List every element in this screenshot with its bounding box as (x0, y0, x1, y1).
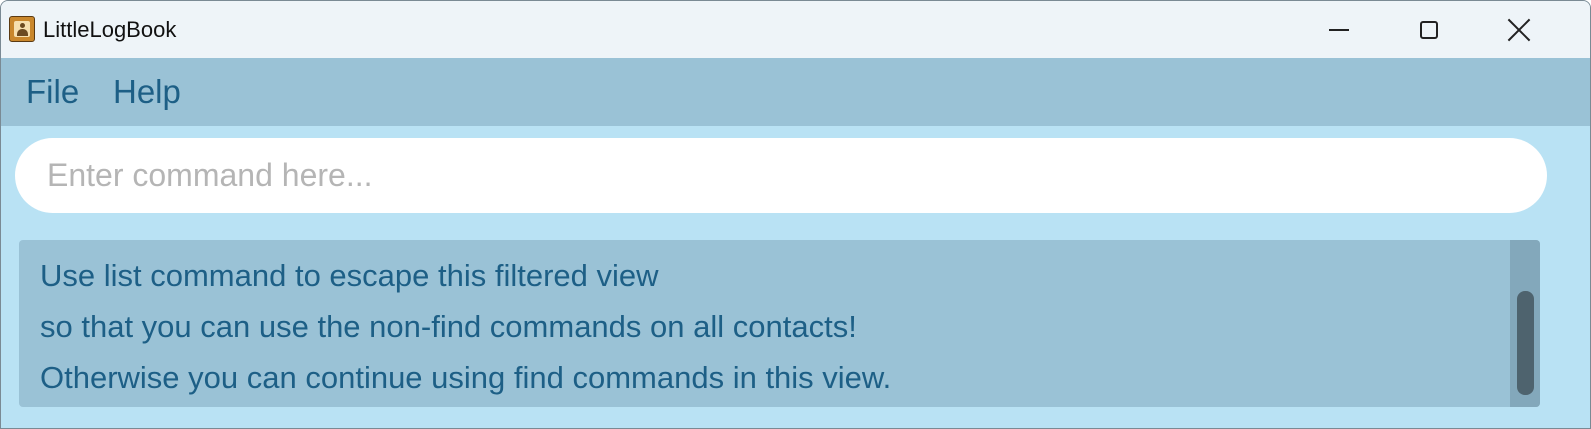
result-text: Use list command to escape this filtered… (40, 250, 1500, 403)
window-title: LittleLogBook (43, 17, 177, 42)
address-book-icon (9, 16, 35, 42)
result-line: so that you can use the non-find command… (40, 309, 857, 344)
maximize-icon (1420, 20, 1438, 39)
result-line: Use list command to escape this filtered… (40, 258, 659, 293)
close-icon (1507, 18, 1531, 42)
command-input[interactable] (47, 138, 1527, 213)
minimize-icon (1329, 28, 1349, 31)
scrollbar-thumb[interactable] (1517, 291, 1534, 395)
menu-help[interactable]: Help (113, 74, 181, 110)
app-window: LittleLogBook File Help Use list command… (0, 0, 1591, 429)
result-line: Otherwise you can continue using find co… (40, 360, 892, 395)
menu-bar: File Help (1, 58, 1590, 126)
close-button[interactable] (1474, 1, 1564, 58)
minimize-button[interactable] (1294, 1, 1384, 58)
result-display: Use list command to escape this filtered… (19, 240, 1540, 407)
vertical-scrollbar[interactable] (1510, 240, 1540, 407)
command-box[interactable] (15, 138, 1547, 213)
menu-file[interactable]: File (26, 74, 79, 110)
main-content: Use list command to escape this filtered… (1, 126, 1590, 428)
title-bar[interactable]: LittleLogBook (1, 1, 1590, 58)
maximize-button[interactable] (1384, 1, 1474, 58)
